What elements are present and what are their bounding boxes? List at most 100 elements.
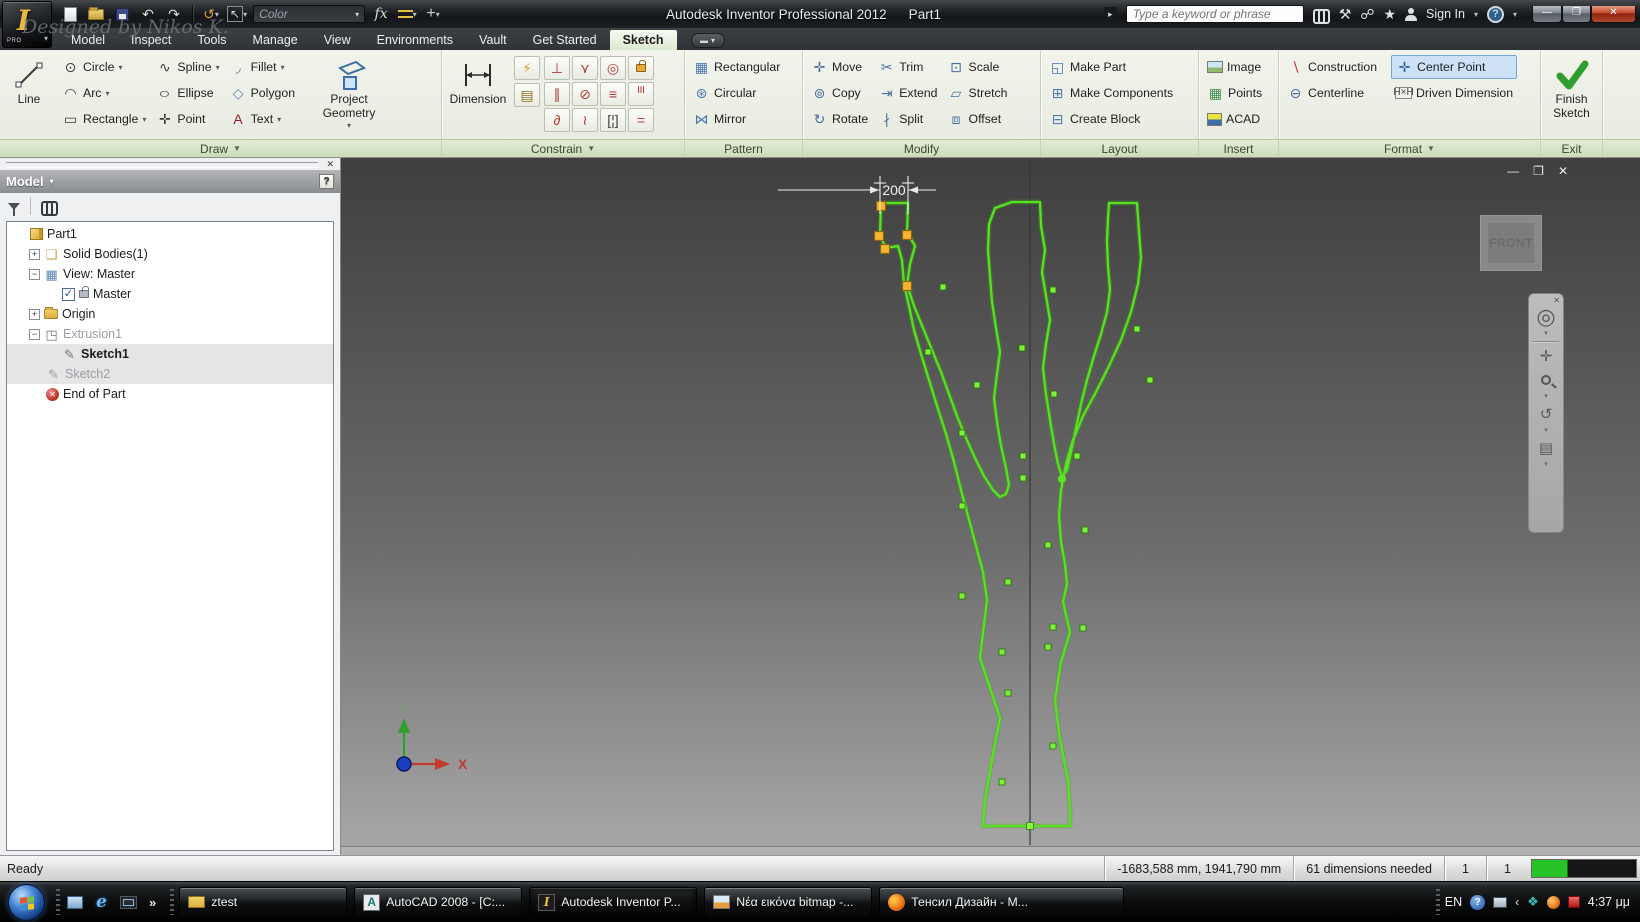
graphics-canvas[interactable]: 200 X Y — ❐ ✕ FRONT ✕ ◎ ▾ ✛ ▾ ↺ ▾ ▤ ▾ — [341, 158, 1640, 855]
selected-vertex[interactable] — [879, 243, 891, 255]
driven-dimension-button[interactable]: H×H Driven Dimension — [1391, 81, 1517, 105]
sketch-point[interactable] — [1004, 578, 1012, 586]
sketch-point[interactable] — [1146, 376, 1154, 384]
panel-label-insert[interactable]: Insert — [1199, 139, 1278, 157]
fillet-button[interactable]: ◞ Fillet ▾ — [226, 55, 299, 79]
panel-label-modify[interactable]: Modify — [803, 139, 1040, 157]
view-cube-front-face[interactable]: FRONT — [1488, 223, 1534, 263]
tree-item-view-master[interactable]: − ▦ View: Master — [7, 264, 333, 284]
tab-vault[interactable]: Vault — [466, 30, 520, 50]
selected-vertex[interactable] — [901, 229, 913, 241]
remote-desktop-button[interactable] — [119, 894, 138, 910]
expander-icon[interactable]: + — [29, 308, 40, 320]
close-button[interactable]: ✕ — [1591, 5, 1636, 23]
sketch-point[interactable] — [1050, 390, 1058, 398]
rotate-button[interactable]: ↻ Rotate — [807, 107, 872, 131]
chevron-down-icon[interactable]: ▾ — [1474, 10, 1478, 19]
sketch-point[interactable] — [1133, 325, 1141, 333]
sketch-point[interactable] — [1044, 643, 1052, 651]
sketch-geometry[interactable]: 200XY — [341, 158, 1640, 855]
sketch-point[interactable] — [1018, 344, 1026, 352]
show-desktop-button[interactable] — [65, 894, 84, 910]
selected-vertex[interactable] — [873, 230, 885, 242]
rectangle-button[interactable]: ▭ Rectangle ▾ — [58, 107, 150, 131]
sketch-point[interactable] — [1079, 624, 1087, 632]
point-button[interactable]: ✛ Point — [152, 107, 223, 131]
scale-button[interactable]: ⊡ Scale — [944, 55, 1012, 79]
text-button[interactable]: A Text ▾ — [226, 107, 299, 131]
panel-label-exit[interactable]: Exit — [1541, 139, 1602, 157]
line-button[interactable]: Line — [4, 54, 54, 136]
points-button[interactable]: ▦ Points — [1203, 81, 1266, 105]
tree-item-solid-bodies-1[interactable]: + ❏ Solid Bodies(1) — [7, 244, 333, 264]
sketch-endpoint[interactable] — [1026, 822, 1034, 830]
taskbar-button-тенсил-дизайн-m[interactable]: Тенсил Дизайн - M... — [879, 887, 1125, 917]
chevron-down-icon[interactable]: ▾ — [1544, 329, 1548, 339]
tab-manage[interactable]: Manage — [240, 30, 311, 50]
finish-sketch-button[interactable]: Finish Sketch — [1545, 54, 1598, 136]
panel-label-layout[interactable]: Layout — [1041, 139, 1198, 157]
panel-label-pattern[interactable]: Pattern — [685, 139, 802, 157]
steering-wheel-icon[interactable]: ◎ — [1536, 304, 1555, 329]
tree-item-end-of-part[interactable]: ✕ End of Part — [7, 384, 333, 404]
zoom-icon[interactable] — [1541, 368, 1551, 392]
language-indicator[interactable]: EN — [1445, 895, 1462, 909]
browser-header[interactable]: Model ▾ ? — [0, 170, 340, 193]
sketch-point[interactable] — [998, 648, 1006, 656]
parameters-fx-button[interactable]: fx — [371, 4, 391, 24]
polygon-button[interactable]: ◇ Polygon — [226, 81, 299, 105]
close-icon[interactable]: ✕ — [326, 159, 334, 170]
new-file-button[interactable] — [60, 4, 80, 24]
concentric-constraint-button[interactable]: ◎ — [600, 56, 626, 80]
spline-button[interactable]: ∿ Spline ▾ — [152, 55, 223, 79]
branch-junction-point[interactable] — [1058, 475, 1066, 483]
tree-item-extrusion1[interactable]: − ◳ Extrusion1 — [7, 324, 333, 344]
tab-view[interactable]: View — [311, 30, 364, 50]
sketch-point[interactable] — [1019, 452, 1027, 460]
tray-app-icon-teal[interactable]: ❖ — [1527, 894, 1539, 910]
sketch-point[interactable] — [998, 778, 1006, 786]
symmetry-brackets-constraint-button[interactable]: [¦] — [600, 108, 626, 132]
sketch-point[interactable] — [924, 348, 932, 356]
sketch-point[interactable] — [973, 381, 981, 389]
construction-button[interactable]: ∖ Construction — [1283, 55, 1381, 79]
tray-app-icon-orange[interactable] — [1546, 895, 1560, 909]
sketch-point[interactable] — [1081, 526, 1089, 534]
chevron-down-icon[interactable]: ▾ — [1513, 10, 1517, 19]
coincident-constraint-button[interactable]: ⋎ — [572, 56, 598, 80]
browser-grip[interactable]: ✕ — [0, 158, 340, 170]
expander-icon[interactable]: + — [29, 248, 40, 260]
sketch-point[interactable] — [1019, 474, 1027, 482]
tab-environments[interactable]: Environments — [364, 30, 466, 50]
image-button[interactable]: Image — [1203, 55, 1266, 79]
checkbox-checked-icon[interactable]: ✓ — [62, 287, 75, 301]
sketch-outline[interactable] — [878, 200, 1143, 828]
equal-constraint-button[interactable]: = — [628, 108, 654, 132]
sketch-point[interactable] — [1049, 742, 1057, 750]
auto-dimension-button[interactable]: ⚡ — [514, 56, 540, 80]
doc-restore-button[interactable]: ❐ — [1533, 164, 1544, 178]
taskbar-button-autodesk-inventor-p[interactable]: I Autodesk Inventor P... — [529, 887, 698, 917]
communication-center-icon[interactable]: ☍ — [1360, 7, 1374, 21]
application-menu-button[interactable]: I PRO ▾ — [2, 1, 52, 48]
mirror-button[interactable]: ⋈ Mirror — [689, 107, 784, 131]
show-constraints-button[interactable]: ▤ — [514, 83, 540, 107]
make-part-button[interactable]: ◱ Make Part — [1045, 55, 1177, 79]
tab-inspect[interactable]: Inspect — [118, 30, 184, 50]
internet-explorer-button[interactable]: e — [92, 892, 111, 912]
circle-button[interactable]: ⊙ Circle ▾ — [58, 55, 150, 79]
project-geometry-button[interactable]: Project Geometry ▾ — [303, 54, 395, 136]
clock[interactable]: 4:37 μμ — [1588, 895, 1630, 909]
sketch-point[interactable] — [958, 502, 966, 510]
quick-launch-overflow-button[interactable]: » — [149, 895, 156, 910]
tree-item-part1[interactable]: Part1 — [7, 224, 333, 244]
tab-sketch[interactable]: Sketch — [609, 30, 677, 50]
tray-app-icon-red[interactable] — [1567, 896, 1580, 908]
panel-label-draw[interactable]: Draw ▼ — [0, 139, 441, 157]
help-tray-icon[interactable]: ? — [1470, 894, 1486, 910]
undo-button[interactable]: ↶ — [138, 4, 158, 24]
centerline-button[interactable]: ⊖ Centerline — [1283, 81, 1381, 105]
arc-button[interactable]: ◠ Arc ▾ — [58, 81, 150, 105]
view-cube[interactable]: FRONT — [1480, 215, 1542, 271]
chevron-left-icon[interactable]: ‹ — [1515, 895, 1519, 909]
